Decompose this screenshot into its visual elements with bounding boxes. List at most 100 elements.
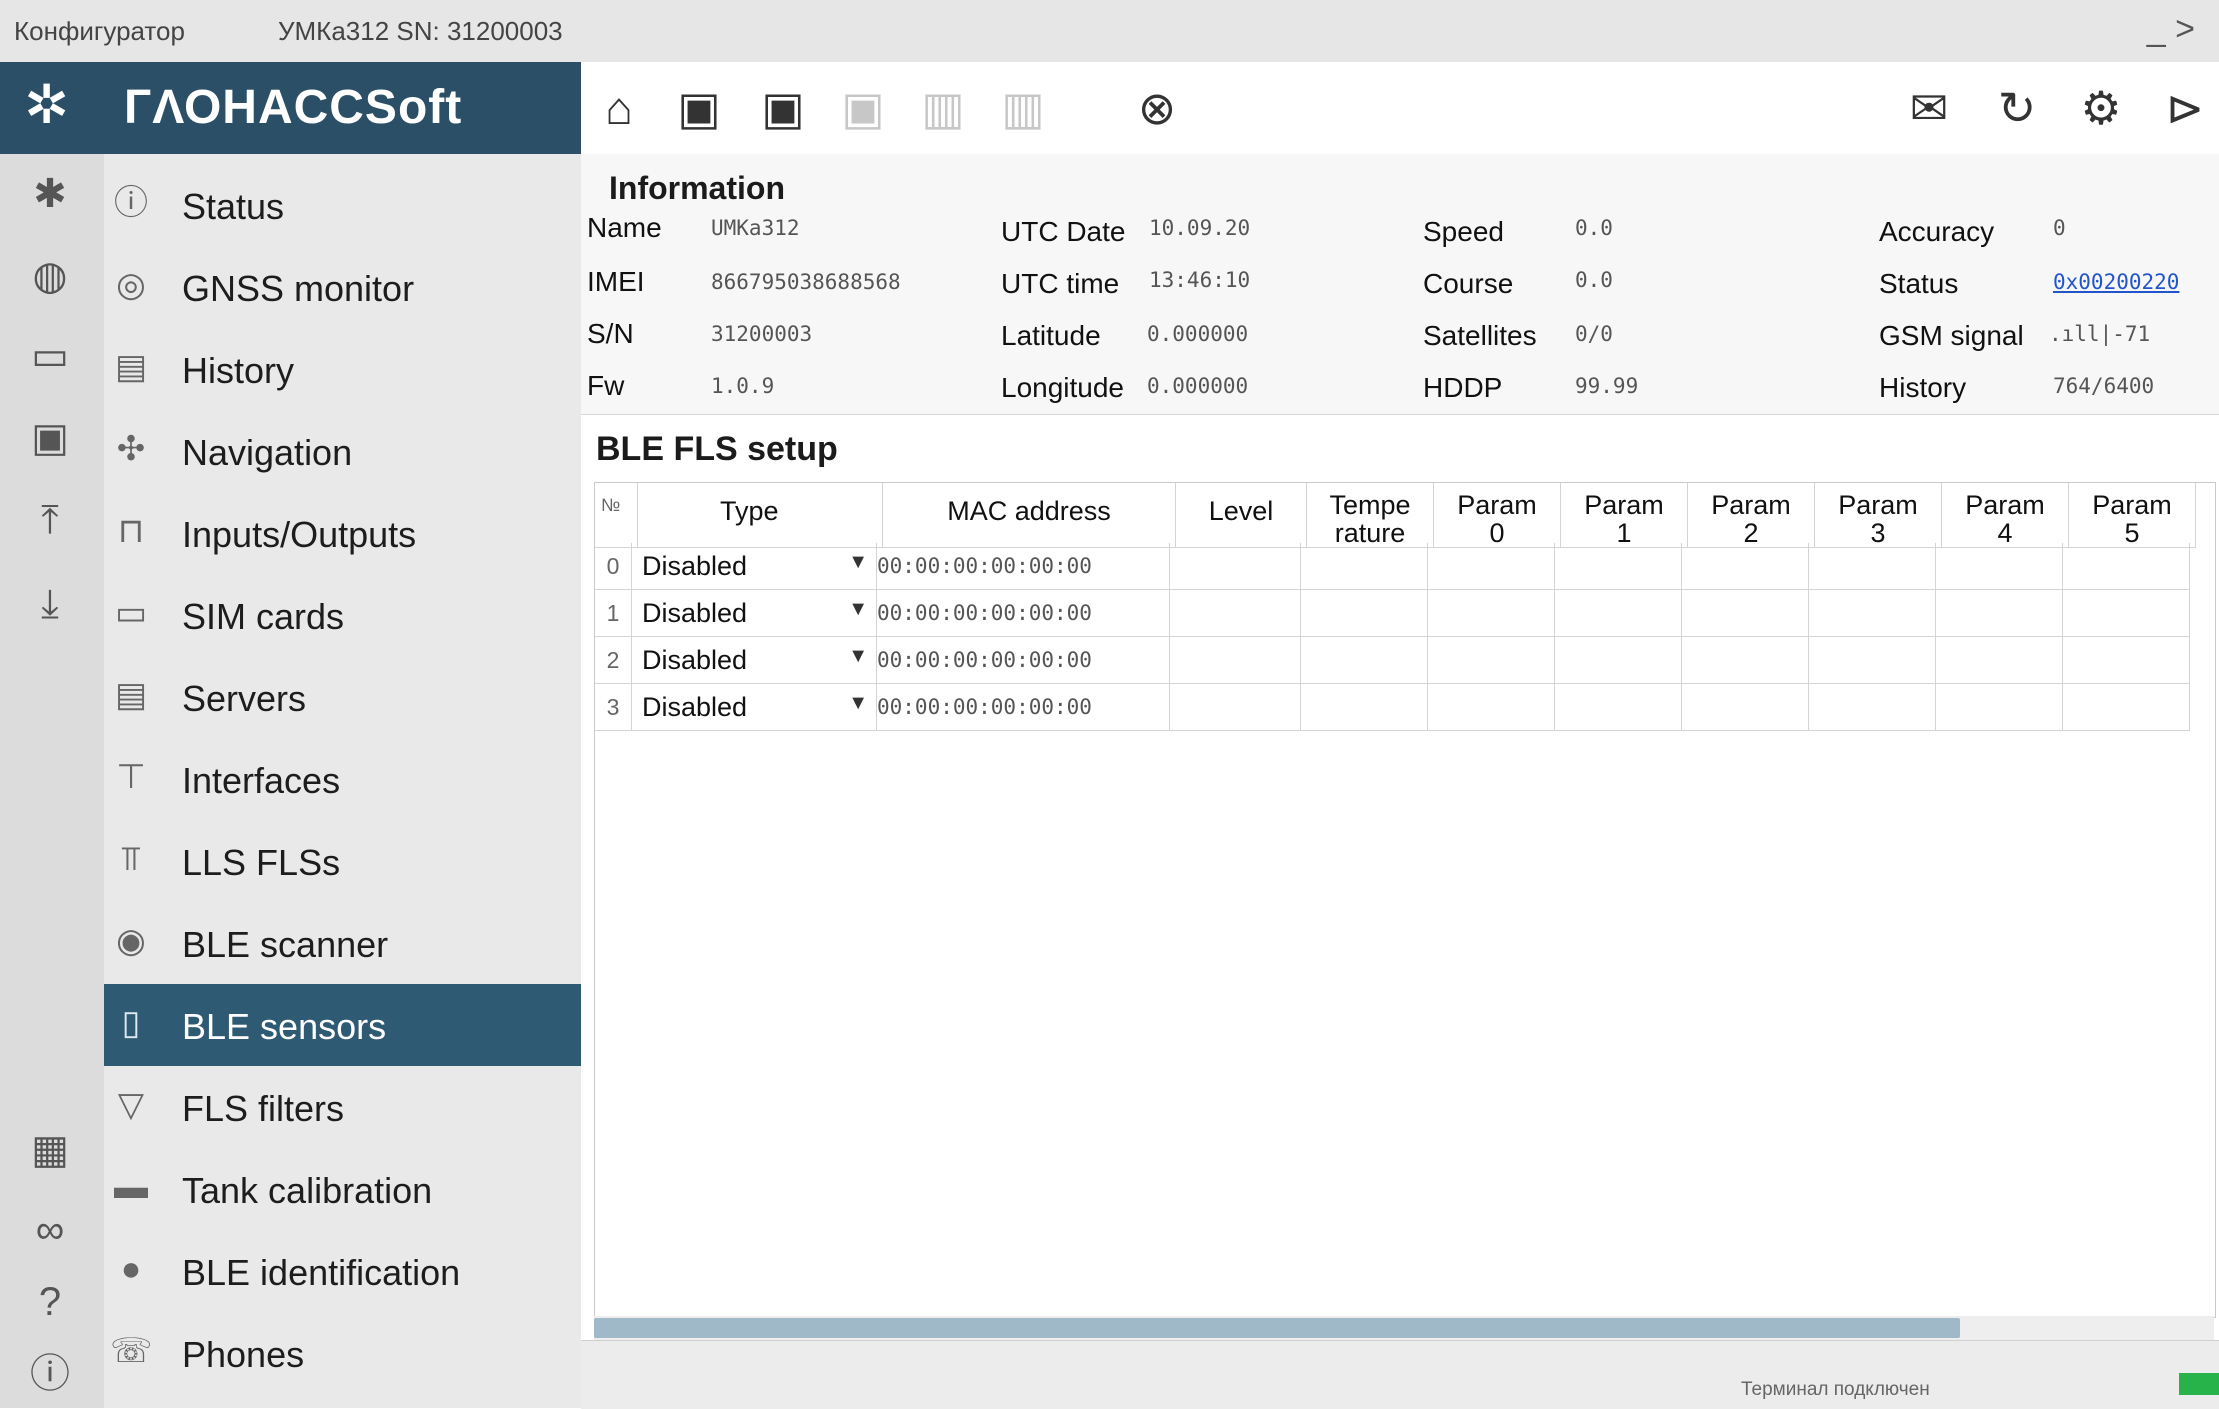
param-cell bbox=[1554, 543, 1682, 590]
param-cell bbox=[1935, 683, 2063, 731]
type-dropdown[interactable]: Disabled ▼ bbox=[631, 683, 877, 731]
gsm-signal-value: .ıll|-71 bbox=[2049, 322, 2151, 346]
history-label: History bbox=[1879, 372, 1967, 403]
save-icon[interactable]: ▣ bbox=[22, 410, 78, 466]
info-title: Information bbox=[609, 170, 785, 206]
database-write-icon[interactable]: ▥ bbox=[991, 76, 1055, 140]
col-no: № bbox=[595, 483, 638, 548]
latitude-value: 0.000000 bbox=[1147, 322, 1249, 346]
nav-item-gnss-monitor[interactable]: ◎ GNSS monitor bbox=[104, 246, 581, 328]
param-cell bbox=[1935, 543, 2063, 590]
accuracy-value: 0 bbox=[2053, 216, 2066, 240]
col-param-label: Param bbox=[1965, 490, 2045, 520]
location-off-icon[interactable]: ⊗ bbox=[1125, 76, 1189, 140]
type-value: Disabled bbox=[642, 691, 748, 722]
nav-item-interfaces[interactable]: ⊤ Interfaces bbox=[104, 738, 581, 820]
sn-label: S/N bbox=[587, 318, 634, 349]
longitude-value: 0.000000 bbox=[1147, 374, 1249, 398]
device-config-icon[interactable]: ▣ bbox=[831, 76, 895, 140]
connector-icon: ⊤ bbox=[116, 758, 146, 796]
gsm-signal-label: GSM signal bbox=[1879, 320, 2024, 351]
help-icon[interactable]: ? bbox=[22, 1274, 78, 1330]
name-value: UMKa312 bbox=[711, 216, 800, 240]
upload-icon[interactable]: ⤒ bbox=[22, 492, 78, 548]
playback-icon[interactable]: ⊳ bbox=[2153, 76, 2217, 140]
param-cell bbox=[1808, 683, 1936, 731]
file-refresh-icon[interactable]: ↻ bbox=[1985, 76, 2049, 140]
nav-item-lls-flss[interactable]: ⫪ LLS FLSs bbox=[104, 820, 581, 902]
table-row: 3 Disabled ▼ 00:00:00:00:00:00 bbox=[595, 683, 2190, 731]
nav-item-fls-filters[interactable]: ▽ FLS filters bbox=[104, 1066, 581, 1148]
nav-item-servers[interactable]: ▤ Servers bbox=[104, 656, 581, 738]
param-cell bbox=[1554, 589, 1682, 637]
server-icon: ▤ bbox=[114, 676, 148, 714]
col-param-label: Param bbox=[1711, 490, 1791, 520]
col-param-1: Param 1 bbox=[1560, 483, 1688, 548]
param-cell bbox=[1935, 589, 2063, 637]
link-icon[interactable]: ∞ bbox=[22, 1202, 78, 1258]
globe-icon[interactable]: ◍ bbox=[22, 248, 78, 304]
bluetooth-icon[interactable]: ✱ bbox=[22, 166, 78, 222]
minimize-button[interactable]: _ > bbox=[2147, 10, 2195, 49]
nav-item-label: BLE scanner bbox=[182, 924, 389, 965]
brand-name: ГΛΟΗΑCCSoft bbox=[124, 81, 463, 134]
nav-item-tank-calibration[interactable]: ▬ Tank calibration bbox=[104, 1148, 581, 1230]
latitude-label: Latitude bbox=[1001, 320, 1101, 351]
mac-address-input[interactable]: 00:00:00:00:00:00 bbox=[876, 636, 1170, 684]
nav-item-ble-identification[interactable]: ● BLE identification bbox=[104, 1230, 581, 1312]
nav-item-ble-scanner[interactable]: ◉ BLE scanner bbox=[104, 902, 581, 984]
row-number: 3 bbox=[595, 683, 632, 731]
device-write-icon[interactable]: ▣ bbox=[751, 76, 815, 140]
table-row: 2 Disabled ▼ 00:00:00:00:00:00 bbox=[595, 636, 2190, 684]
folder-icon[interactable]: ▭ bbox=[22, 328, 78, 384]
sn-value: 31200003 bbox=[711, 322, 813, 346]
nav-item-sim-cards[interactable]: ▭ SIM cards bbox=[104, 574, 581, 656]
temperature-cell bbox=[1300, 636, 1428, 684]
nav-item-label: Navigation bbox=[182, 432, 353, 473]
status-label: Status bbox=[1879, 268, 1959, 299]
database-read-icon[interactable]: ▥ bbox=[911, 76, 975, 140]
download-icon[interactable]: ⤓ bbox=[22, 576, 78, 632]
information-panel: Information Name UMKa312 IMEI 8667950386… bbox=[581, 154, 2219, 415]
param-cell bbox=[1554, 683, 1682, 731]
row-number: 2 bbox=[595, 636, 632, 684]
scrollbar-thumb[interactable] bbox=[594, 1318, 1960, 1338]
info-icon[interactable]: ⓘ bbox=[22, 1346, 78, 1402]
phone-icon: ☏ bbox=[110, 1332, 153, 1370]
ble-fls-table: № Type MAC address Level Tempe rature Pa… bbox=[595, 483, 2196, 548]
level-cell bbox=[1169, 636, 1301, 684]
nav-item-ble-sensors[interactable]: ▯ BLE sensors bbox=[104, 984, 581, 1066]
nav-item-navigation[interactable]: ✣ Navigation bbox=[104, 410, 581, 492]
level-cell bbox=[1169, 683, 1301, 731]
mac-address-input[interactable]: 00:00:00:00:00:00 bbox=[876, 683, 1170, 731]
col-param-3: Param 3 bbox=[1814, 483, 1942, 548]
nav-item-history[interactable]: ▤ History bbox=[104, 328, 581, 410]
nav-item-inputs-outputs[interactable]: ⊓ Inputs/Outputs bbox=[104, 492, 581, 574]
sim-settings-icon[interactable]: ⚙ bbox=[2069, 76, 2133, 140]
antenna-home-icon[interactable]: ⌂ bbox=[587, 76, 651, 140]
satellites-value: 0/0 bbox=[1575, 322, 1613, 346]
type-dropdown[interactable]: Disabled ▼ bbox=[631, 589, 877, 637]
ble-sensor-icon: ▯ bbox=[121, 1004, 141, 1042]
info-icon: ⓘ bbox=[114, 184, 148, 222]
name-label: Name bbox=[587, 212, 662, 243]
row-number: 0 bbox=[595, 543, 632, 590]
mac-address-input[interactable]: 00:00:00:00:00:00 bbox=[876, 543, 1170, 590]
tank-icon: ▬ bbox=[114, 1168, 148, 1206]
chevron-down-icon: ▼ bbox=[848, 597, 868, 620]
status-link[interactable]: 0x00200220 bbox=[2053, 270, 2179, 294]
grid-icon[interactable]: ▦ bbox=[22, 1122, 78, 1178]
type-dropdown[interactable]: Disabled ▼ bbox=[631, 636, 877, 684]
nav-item-status[interactable]: ⓘ Status bbox=[104, 164, 581, 246]
mail-icon[interactable]: ✉ bbox=[1897, 76, 1961, 140]
type-dropdown[interactable]: Disabled ▼ bbox=[631, 543, 877, 590]
mac-address-input[interactable]: 00:00:00:00:00:00 bbox=[876, 589, 1170, 637]
param-cell bbox=[1808, 589, 1936, 637]
param-cell bbox=[1427, 589, 1555, 637]
icon-rail: ✲ ✱ ◍ ▭ ▣ ⤒ ⤓ ▦ ∞ ? ⓘ bbox=[0, 62, 104, 1408]
param-cell bbox=[2062, 589, 2190, 637]
horizontal-scrollbar[interactable] bbox=[594, 1316, 2214, 1340]
nav-item-phones[interactable]: ☏ Phones bbox=[104, 1312, 581, 1394]
device-read-icon[interactable]: ▣ bbox=[667, 76, 731, 140]
filter-icon: ▽ bbox=[117, 1086, 145, 1124]
